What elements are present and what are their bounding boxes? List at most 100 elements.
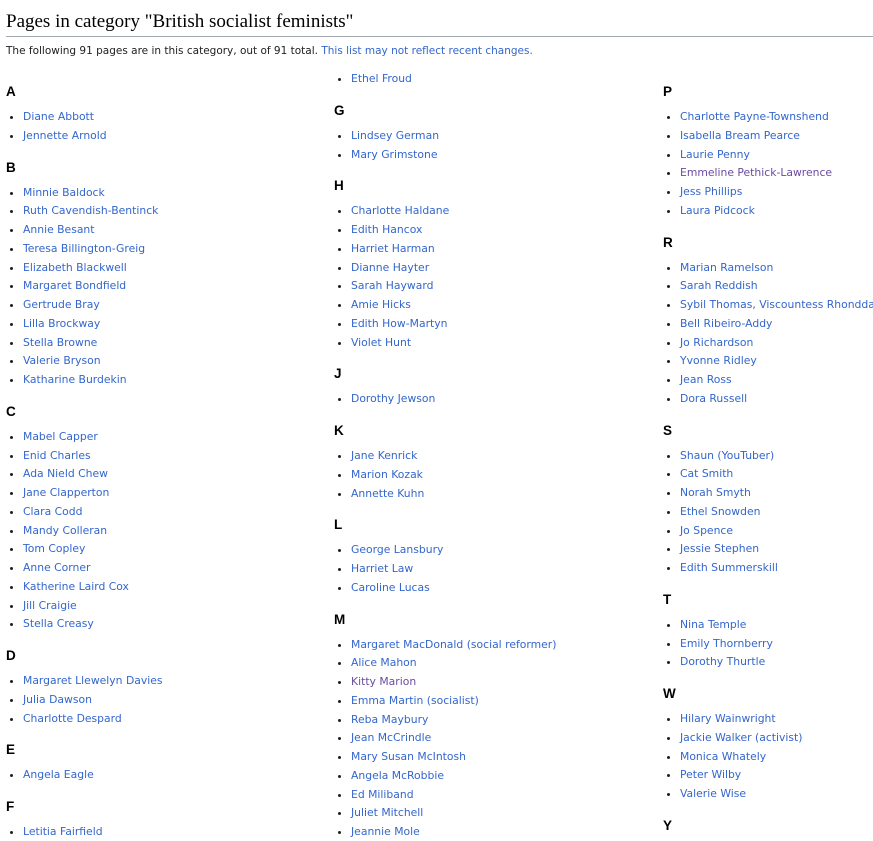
page-link-mabel-capper[interactable]: Mabel Capper — [23, 430, 98, 443]
page-link-margaret-macdonald-social-reformer[interactable]: Margaret MacDonald (social reformer) — [351, 638, 556, 651]
page-link-amie-hicks[interactable]: Amie Hicks — [351, 298, 411, 311]
recent-changes-link[interactable]: This list may not reflect recent changes… — [321, 45, 533, 57]
page-link-stella-browne[interactable]: Stella Browne — [23, 336, 97, 349]
page-link-angela-eagle[interactable]: Angela Eagle — [23, 768, 94, 781]
page-link-elizabeth-blackwell[interactable]: Elizabeth Blackwell — [23, 261, 127, 274]
page-link-julia-dawson[interactable]: Julia Dawson — [23, 693, 92, 706]
category-item: Jo Richardson — [663, 334, 873, 353]
page-link-annie-besant[interactable]: Annie Besant — [23, 223, 95, 236]
page-link-diane-abbott[interactable]: Diane Abbott — [23, 110, 94, 123]
page-link-jean-mccrindle[interactable]: Jean McCrindle — [351, 731, 431, 744]
page-link-dorothy-thurtle[interactable]: Dorothy Thurtle — [680, 655, 765, 668]
page-link-jo-spence[interactable]: Jo Spence — [680, 524, 733, 537]
bullet-icon — [667, 379, 670, 382]
page-link-nina-temple[interactable]: Nina Temple — [680, 618, 746, 631]
page-link-jill-craigie[interactable]: Jill Craigie — [23, 599, 77, 612]
page-link-mary-grimstone[interactable]: Mary Grimstone — [351, 148, 437, 161]
bullet-icon — [338, 473, 341, 477]
bullet-icon — [667, 661, 670, 665]
page-link-jeannie-mole[interactable]: Jeannie Mole — [351, 825, 420, 838]
bullet-icon — [10, 360, 13, 364]
page-link-yvonne-ridley[interactable]: Yvonne Ridley — [680, 354, 757, 367]
page-link-ethel-froud[interactable]: Ethel Froud — [351, 72, 412, 85]
group-heading: Y — [663, 817, 673, 833]
page-link-caroline-lucas[interactable]: Caroline Lucas — [351, 581, 430, 594]
page-link-mary-susan-mcintosh[interactable]: Mary Susan McIntosh — [351, 750, 466, 763]
page-link-margaret-llewelyn-davies[interactable]: Margaret Llewelyn Davies — [23, 674, 163, 687]
page-link-edith-hancox[interactable]: Edith Hancox — [351, 223, 422, 236]
page-link-ruth-cavendish-bentinck[interactable]: Ruth Cavendish-Bentinck — [23, 204, 158, 217]
page-link-juliet-mitchell[interactable]: Juliet Mitchell — [351, 806, 423, 819]
page-link-monica-whately[interactable]: Monica Whately — [680, 750, 766, 763]
page-link-clara-codd[interactable]: Clara Codd — [23, 505, 83, 518]
page-link-ethel-snowden[interactable]: Ethel Snowden — [680, 505, 760, 518]
page-link-jennette-arnold[interactable]: Jennette Arnold — [23, 129, 107, 142]
page-link-teresa-billington-greig[interactable]: Teresa Billington-Greig — [23, 242, 145, 255]
page-link-marian-ramelson[interactable]: Marian Ramelson — [680, 261, 773, 274]
page-link-annette-kuhn[interactable]: Annette Kuhn — [351, 487, 424, 500]
page-link-emma-martin-socialist[interactable]: Emma Martin (socialist) — [351, 694, 479, 707]
page-link-katharine-burdekin[interactable]: Katharine Burdekin — [23, 373, 127, 386]
page-link-dianne-hayter[interactable]: Dianne Hayter — [351, 261, 429, 274]
page-link-angela-mcrobbie[interactable]: Angela McRobbie — [351, 769, 444, 782]
bullet-icon — [338, 812, 341, 816]
page-link-marion-kozak[interactable]: Marion Kozak — [351, 468, 423, 481]
page-link-jackie-walker-activist[interactable]: Jackie Walker (activist) — [680, 731, 803, 744]
page-link-charlotte-haldane[interactable]: Charlotte Haldane — [351, 204, 449, 217]
page-link-reba-maybury[interactable]: Reba Maybury — [351, 713, 428, 726]
page-link-margaret-bondfield[interactable]: Margaret Bondfield — [23, 279, 126, 292]
page-link-jane-kenrick[interactable]: Jane Kenrick — [351, 449, 417, 462]
page-link-sybil-thomas-viscountess-rhondda[interactable]: Sybil Thomas, Viscountess Rhondda — [680, 298, 873, 311]
page-link-peter-wilby[interactable]: Peter Wilby — [680, 768, 741, 781]
page-link-lindsey-german[interactable]: Lindsey German — [351, 129, 439, 142]
page-link-violet-hunt[interactable]: Violet Hunt — [351, 336, 411, 349]
page-link-mandy-colleran[interactable]: Mandy Colleran — [23, 524, 107, 537]
page-link-gertrude-bray[interactable]: Gertrude Bray — [23, 298, 100, 311]
page-link-laura-pidcock[interactable]: Laura Pidcock — [680, 204, 755, 217]
page-link-ada-nield-chew[interactable]: Ada Nield Chew — [23, 467, 108, 480]
page-link-lilla-brockway[interactable]: Lilla Brockway — [23, 317, 100, 330]
page-link-jessie-stephen[interactable]: Jessie Stephen — [680, 542, 759, 555]
page-link-valerie-bryson[interactable]: Valerie Bryson — [23, 354, 101, 367]
page-link-katherine-laird-cox[interactable]: Katherine Laird Cox — [23, 580, 129, 593]
page-link-tom-copley[interactable]: Tom Copley — [23, 542, 85, 555]
page-link-edith-how-martyn[interactable]: Edith How-Martyn — [351, 317, 447, 330]
page-link-valerie-wise[interactable]: Valerie Wise — [680, 787, 746, 800]
page-link-emily-thornberry[interactable]: Emily Thornberry — [680, 637, 773, 650]
category-list: Ethel Froud — [334, 70, 634, 89]
page-link-stella-creasy[interactable]: Stella Creasy — [23, 617, 94, 630]
page-link-george-lansbury[interactable]: George Lansbury — [351, 543, 443, 556]
page-link-harriet-harman[interactable]: Harriet Harman — [351, 242, 435, 255]
page-link-enid-charles[interactable]: Enid Charles — [23, 449, 91, 462]
page-link-dorothy-jewson[interactable]: Dorothy Jewson — [351, 392, 435, 405]
page-link-jane-clapperton[interactable]: Jane Clapperton — [23, 486, 109, 499]
page-link-edith-summerskill[interactable]: Edith Summerskill — [680, 561, 778, 574]
page-link-anne-corner[interactable]: Anne Corner — [23, 561, 90, 574]
page-link-charlotte-despard[interactable]: Charlotte Despard — [23, 712, 122, 725]
page-link-shaun-youtuber[interactable]: Shaun (YouTuber) — [680, 449, 774, 462]
page-link-laurie-penny[interactable]: Laurie Penny — [680, 148, 750, 161]
page-link-isabella-bream-pearce[interactable]: Isabella Bream Pearce — [680, 129, 800, 142]
page-link-harriet-law[interactable]: Harriet Law — [351, 562, 413, 575]
page-link-kitty-marion[interactable]: Kitty Marion — [351, 675, 416, 688]
page-link-alice-mahon[interactable]: Alice Mahon — [351, 656, 417, 669]
page-link-sarah-hayward[interactable]: Sarah Hayward — [351, 279, 433, 292]
page-link-cat-smith[interactable]: Cat Smith — [680, 467, 733, 480]
page-link-jess-phillips[interactable]: Jess Phillips — [680, 185, 742, 198]
page-link-norah-smyth[interactable]: Norah Smyth — [680, 486, 751, 499]
page-link-hilary-wainwright[interactable]: Hilary Wainwright — [680, 712, 776, 725]
category-item: Teresa Billington-Greig — [6, 240, 306, 259]
page-link-charlotte-payne-townshend[interactable]: Charlotte Payne-Townshend — [680, 110, 829, 123]
page-link-emmeline-pethick-lawrence[interactable]: Emmeline Pethick-Lawrence — [680, 166, 832, 179]
category-item: Emily Thornberry — [663, 635, 873, 654]
page-link-bell-ribeiro-addy[interactable]: Bell Ribeiro-Addy — [680, 317, 772, 330]
page-link-jo-richardson[interactable]: Jo Richardson — [680, 336, 753, 349]
page-link-ed-miliband[interactable]: Ed Miliband — [351, 788, 414, 801]
page-link-sarah-reddish[interactable]: Sarah Reddish — [680, 279, 758, 292]
page-link-jean-ross[interactable]: Jean Ross — [680, 373, 732, 386]
bullet-icon — [10, 191, 13, 195]
category-list: Nina Temple Emily Thornberry Dorothy Thurt… — [663, 616, 873, 672]
page-link-minnie-baldock[interactable]: Minnie Baldock — [23, 186, 105, 199]
page-link-letitia-fairfield[interactable]: Letitia Fairfield — [23, 825, 103, 838]
page-link-dora-russell[interactable]: Dora Russell — [680, 392, 747, 405]
